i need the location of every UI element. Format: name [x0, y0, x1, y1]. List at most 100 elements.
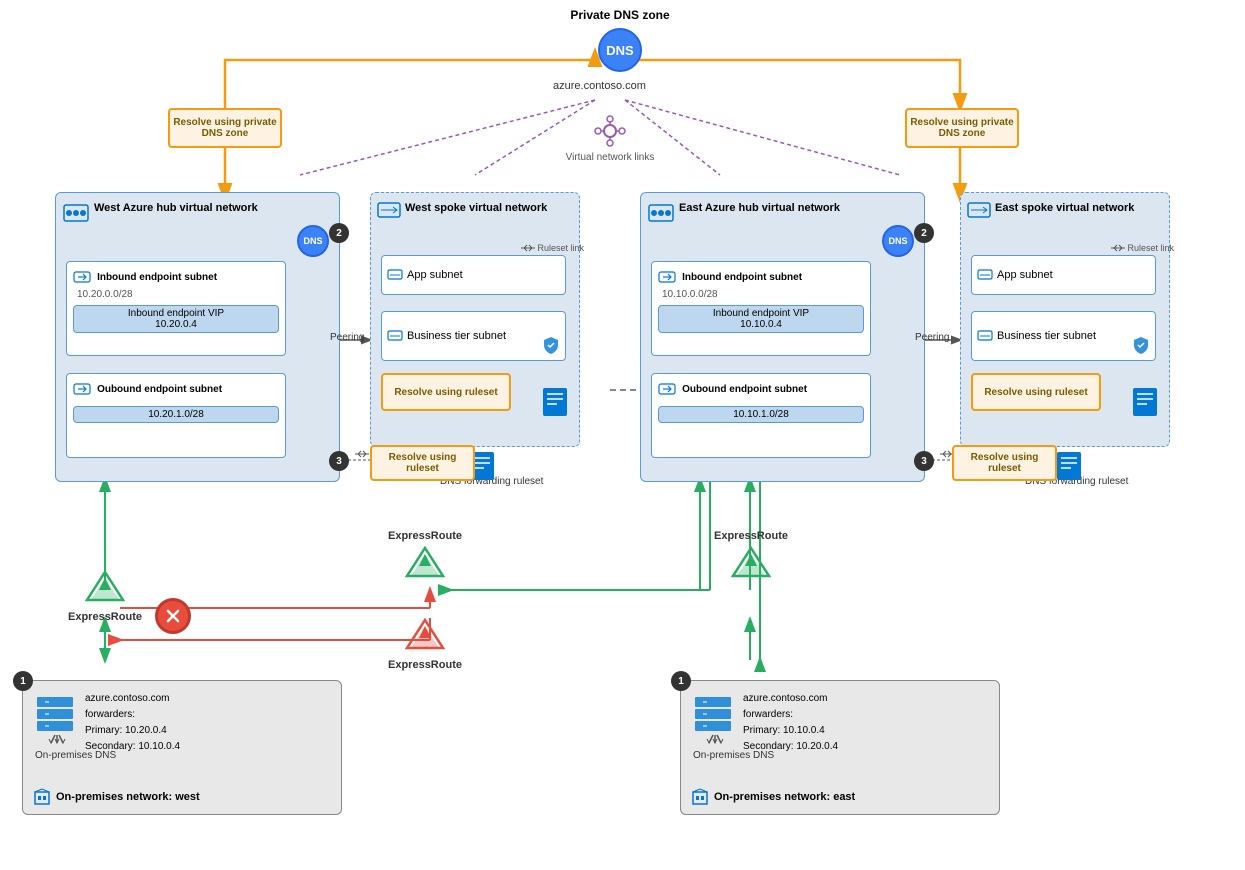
east-hub-inbound-subnet: Inbound endpoint subnet 10.10.0.0/28 Inb…: [651, 261, 871, 356]
west-hub-vip-box: Inbound endpoint VIP 10.20.0.4: [73, 305, 279, 333]
east-spoke-app-subnet: App subnet: [971, 255, 1156, 295]
east-spoke-app-icon: [977, 267, 993, 283]
east-hub-badge-2: 2: [914, 223, 934, 243]
west-spoke-app-icon: [387, 267, 403, 283]
dns-icon: DNS: [598, 28, 642, 72]
east-expressroute-label: ExpressRoute: [714, 530, 788, 542]
west-hub-inbound-icon: [73, 268, 91, 286]
east-spoke-shield-icon: [1133, 336, 1149, 354]
east-spoke-resolve-ruleset-box: Resolve using ruleset: [971, 373, 1101, 411]
west-spoke-resolve-ruleset-box: Resolve using ruleset: [381, 373, 511, 411]
private-dns-zone-section: Private DNS zone DNS: [520, 8, 720, 22]
diagram-container: Private DNS zone DNS azure.contoso.com V…: [0, 0, 1245, 870]
west-spoke-dns-ruleset-icon: [541, 386, 569, 418]
east-expressroute-icon: [731, 546, 771, 582]
vnet-links-label: Virtual network links: [555, 152, 665, 163]
west-spoke-title: West spoke virtual network: [405, 201, 547, 215]
east-hub-vip-box: Inbound endpoint VIP 10.10.0.4: [658, 305, 864, 333]
east-spoke-title: East spoke virtual network: [995, 201, 1134, 215]
east-spoke-business-label: Business tier subnet: [997, 330, 1096, 342]
west-hub-network-icon: [62, 199, 90, 227]
east-hub-box: East Azure hub virtual network DNS 2 Inb…: [640, 192, 925, 482]
west-spoke-business-icon: [387, 328, 403, 344]
east-spoke-dns-ruleset-icon: [1131, 386, 1159, 418]
east-onprem-forwarder-text: forwarders:: [743, 707, 838, 723]
west-onprem-network-label: On-premises network: west: [56, 791, 200, 803]
east-onprem-info: azure.contoso.com forwarders: Primary: 1…: [743, 691, 838, 755]
private-dns-zone-title: Private DNS zone: [520, 8, 720, 22]
west-hub-title: West Azure hub virtual network: [94, 201, 258, 215]
west-onprem-secondary: Secondary: 10.10.0.4: [85, 739, 180, 755]
east-onprem-primary: Primary: 10.10.0.4: [743, 723, 838, 739]
east-onprem-forwarder-domain: azure.contoso.com: [743, 691, 838, 707]
west-spoke-business-label: Business tier subnet: [407, 330, 506, 342]
east-hub-outbound-cidr-box: 10.10.1.0/28: [658, 406, 864, 423]
west-onprem-forwarder-text: forwarders:: [85, 707, 180, 723]
east-onprem-box: 1 On-premises DNS azure.contoso.com: [680, 680, 1000, 815]
west-onprem-badge-1: 1: [13, 671, 33, 691]
middle-expressroute-bottom-icon: [405, 618, 445, 654]
east-hub-inbound-label: Inbound endpoint subnet: [682, 272, 802, 283]
west-expressroute-label: ExpressRoute: [68, 611, 142, 623]
west-spoke-ruleset-link-label: Ruleset link: [521, 243, 584, 253]
east-spoke-ruleset-link-label: Ruleset link: [1111, 243, 1174, 253]
east-spoke-app-label: App subnet: [997, 269, 1053, 281]
west-outbound-ruleset-icon: [355, 449, 369, 459]
east-hub-inbound-icon: [658, 268, 676, 286]
west-hub-inbound-subnet: Inbound endpoint subnet 10.20.0.0/28 Inb…: [66, 261, 286, 356]
west-hub-box: West Azure hub virtual network DNS 2 Inb…: [55, 192, 340, 482]
west-spoke-box: West spoke virtual network App subnet Bu…: [370, 192, 580, 447]
middle-expressroute-top-label: ExpressRoute: [388, 530, 462, 542]
east-spoke-ruleset-icon-sm: [1111, 243, 1125, 253]
x-mark-icon: [164, 607, 182, 625]
vnet-links-section: Virtual network links: [555, 115, 665, 163]
east-hub-outbound-subnet: Oubound endpoint subnet 10.10.1.0/28: [651, 373, 871, 458]
vnet-links-icon: [594, 115, 626, 147]
east-spoke-box: East spoke virtual network App subnet Bu…: [960, 192, 1170, 447]
east-spoke-business-subnet: Business tier subnet: [971, 311, 1156, 361]
west-onprem-info: azure.contoso.com forwarders: Primary: 1…: [85, 691, 180, 755]
east-hub-title: East Azure hub virtual network: [679, 201, 840, 215]
west-hub-dns-badge: DNS: [297, 225, 329, 257]
west-onprem-box: 1 On-premises DNS azure.contoso.: [22, 680, 342, 815]
west-expressroute-icon: [85, 570, 125, 606]
west-hub-inbound-cidr: 10.20.0.0/28: [77, 289, 279, 300]
middle-expressroute-label: ExpressRoute: [388, 659, 462, 671]
middle-expressroute-top-section: ExpressRoute: [388, 530, 462, 585]
west-hub-outbound-subnet: Oubound endpoint subnet 10.20.1.0/28: [66, 373, 286, 458]
west-spoke-app-subnet: App subnet: [381, 255, 566, 295]
east-onprem-secondary: Secondary: 10.20.0.4: [743, 739, 838, 755]
west-server-stack-icon: [35, 695, 75, 745]
east-resolve-ruleset-box2: Resolve using ruleset: [952, 445, 1057, 481]
west-spoke-ruleset-icon-sm: [521, 243, 535, 253]
east-spoke-icon: [967, 199, 991, 223]
west-hub-badge-3: 3: [329, 451, 349, 471]
west-onprem-building-icon: [33, 788, 51, 806]
west-hub-outbound-cidr-box: 10.20.1.0/28: [73, 406, 279, 423]
east-hub-outbound-label: Oubound endpoint subnet: [682, 384, 807, 395]
west-onprem-forwarder-domain: azure.contoso.com: [85, 691, 180, 707]
east-dns-forwarding-ruleset-icon: [1055, 450, 1083, 482]
east-hub-inbound-cidr: 10.10.0.0/28: [662, 289, 864, 300]
west-hub-badge-2: 2: [329, 223, 349, 243]
west-hub-outbound-label: Oubound endpoint subnet: [97, 384, 222, 395]
west-resolve-ruleset-box2: Resolve using ruleset: [370, 445, 475, 481]
east-onprem-badge-1: 1: [671, 671, 691, 691]
west-spoke-app-label: App subnet: [407, 269, 463, 281]
east-spoke-business-icon: [977, 328, 993, 344]
blocked-x-icon: [155, 598, 191, 634]
west-onprem-primary: Primary: 10.20.0.4: [85, 723, 180, 739]
west-peering-label: Peering: [330, 332, 364, 343]
east-onprem-building-icon: [691, 788, 709, 806]
west-hub-inbound-label: Inbound endpoint subnet: [97, 272, 217, 283]
east-resolve-private-dns-box: Resolve using private DNS zone: [905, 108, 1019, 148]
west-expressroute-section: ExpressRoute: [68, 570, 142, 623]
west-spoke-business-subnet: Business tier subnet: [381, 311, 566, 361]
middle-expressroute-bottom-section: ExpressRoute: [388, 618, 462, 671]
west-onprem-network-label-section: On-premises network: west: [33, 788, 200, 806]
east-hub-badge-3: 3: [914, 451, 934, 471]
east-hub-dns-badge: DNS: [882, 225, 914, 257]
east-hub-network-icon: [647, 199, 675, 227]
west-spoke-icon: [377, 199, 401, 223]
west-resolve-private-dns-box: Resolve using private DNS zone: [168, 108, 282, 148]
